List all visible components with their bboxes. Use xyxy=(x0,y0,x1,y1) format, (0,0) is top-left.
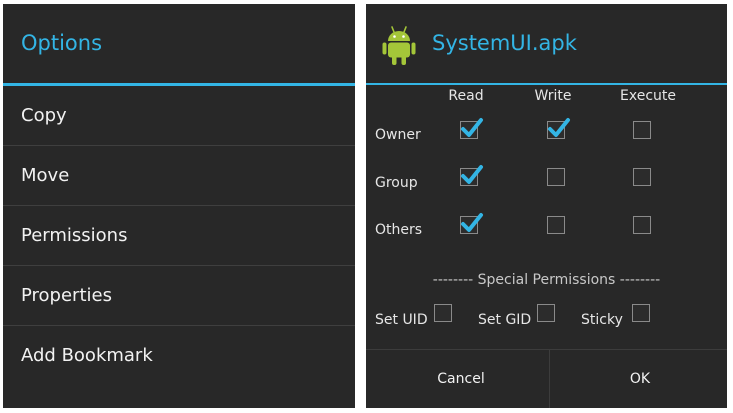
android-icon xyxy=(382,26,416,65)
dialog-button-bar: Cancel OK xyxy=(366,349,727,408)
checkmark-icon xyxy=(461,118,483,137)
row-label-others: Others xyxy=(375,222,423,238)
column-read: Read xyxy=(448,88,484,104)
owner-write-checkbox[interactable] xyxy=(547,118,570,139)
group-execute-checkbox[interactable] xyxy=(633,168,651,186)
set-gid-checkbox[interactable] xyxy=(537,304,555,322)
set-uid-label: Set UID xyxy=(375,312,428,328)
others-execute-checkbox[interactable] xyxy=(633,216,651,234)
set-gid-label: Set GID xyxy=(478,312,532,328)
others-write-checkbox[interactable] xyxy=(547,216,565,234)
row-label-owner: Owner xyxy=(375,127,421,143)
row-label-group: Group xyxy=(375,175,418,191)
set-uid-checkbox[interactable] xyxy=(434,304,452,322)
options-menu: Copy Move Permissions Properties Add Boo… xyxy=(3,86,355,386)
checkmark-icon xyxy=(461,165,483,184)
menu-item-permissions[interactable]: Permissions xyxy=(3,206,355,266)
checkmark-icon xyxy=(461,213,483,232)
options-dialog: Options Copy Move Permissions Properties… xyxy=(3,4,355,408)
sticky-checkbox[interactable] xyxy=(632,304,650,322)
owner-read-checkbox[interactable] xyxy=(460,118,483,139)
permissions-dialog: SystemUI.apk Read Write Execute Owner Gr… xyxy=(366,4,727,408)
menu-item-properties[interactable]: Properties xyxy=(3,266,355,326)
options-title: Options xyxy=(21,31,103,55)
column-write: Write xyxy=(534,88,572,104)
menu-item-copy[interactable]: Copy xyxy=(3,86,355,146)
dialog-header: SystemUI.apk xyxy=(366,4,727,83)
dialog-title: SystemUI.apk xyxy=(432,31,577,55)
cancel-button[interactable]: Cancel xyxy=(371,350,551,408)
menu-item-add-bookmark[interactable]: Add Bookmark xyxy=(3,326,355,386)
title-divider xyxy=(366,83,727,85)
checkmark-icon xyxy=(548,118,570,137)
special-permissions-heading: -------- Special Permissions -------- xyxy=(432,272,661,288)
owner-execute-checkbox[interactable] xyxy=(633,121,651,139)
others-read-checkbox[interactable] xyxy=(460,213,483,234)
group-write-checkbox[interactable] xyxy=(547,168,565,186)
group-read-checkbox[interactable] xyxy=(460,165,483,186)
menu-item-move[interactable]: Move xyxy=(3,146,355,206)
column-execute: Execute xyxy=(620,88,676,104)
ok-button[interactable]: OK xyxy=(550,350,727,408)
sticky-label: Sticky xyxy=(581,312,623,328)
